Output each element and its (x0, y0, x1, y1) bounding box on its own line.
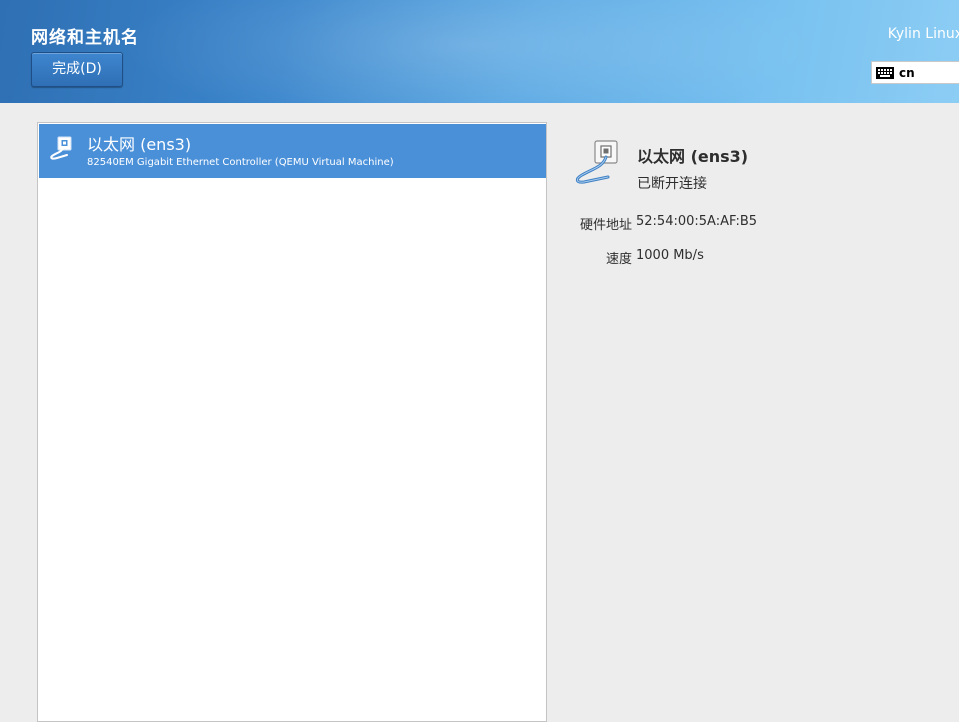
done-button[interactable]: 完成(D) (31, 52, 123, 87)
product-name: Kylin Linux (887, 26, 959, 42)
ethernet-cable-icon (50, 136, 72, 160)
device-row-name: 以太网 (ens3) (87, 135, 192, 154)
hardware-address-value: 52:54:00:5A:AF:B5 (636, 214, 758, 229)
page-title: 网络和主机名 (31, 28, 139, 48)
keyboard-layout-indicator[interactable]: cn (871, 61, 959, 84)
header-bar: 网络和主机名 完成(D) Kylin Linux cn (0, 0, 959, 103)
device-status: 已断开连接 (637, 176, 707, 192)
keyboard-icon (876, 66, 894, 79)
hardware-address-label: 硬件地址 (579, 218, 632, 233)
device-row-ens3[interactable]: 以太网 (ens3) 82540EM Gigabit Ethernet Cont… (39, 124, 546, 178)
keyboard-layout-label: cn (899, 65, 915, 80)
device-list[interactable]: 以太网 (ens3) 82540EM Gigabit Ethernet Cont… (37, 122, 547, 722)
speed-label: 速度 (605, 252, 632, 267)
device-details-panel: 以太网 (ens3) 已断开连接 硬件地址 52:54:00:5A:AF:B5 … (548, 103, 959, 717)
ethernet-cable-icon (575, 140, 618, 184)
device-row-description: 82540EM Gigabit Ethernet Controller (QEM… (87, 157, 394, 168)
speed-value: 1000 Mb/s (636, 248, 704, 263)
header-decoration (120, 0, 820, 103)
device-name: 以太网 (ens3) (637, 147, 749, 166)
